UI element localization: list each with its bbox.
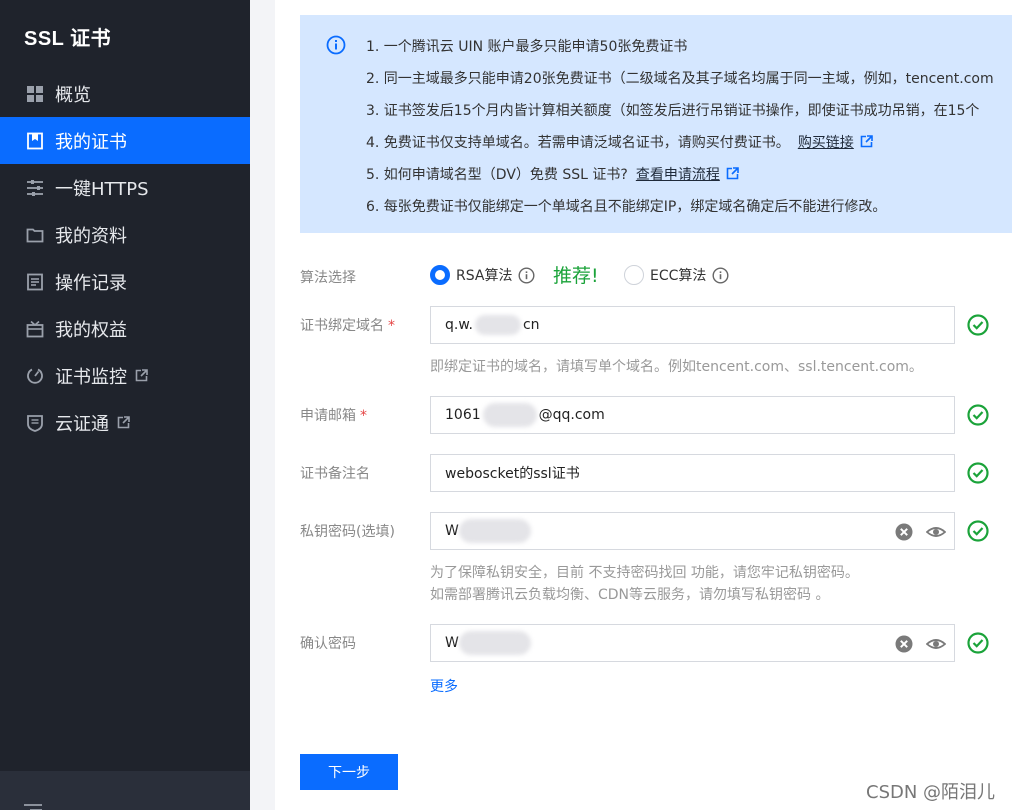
external-link-icon[interactable] [860, 135, 873, 148]
clear-icon[interactable] [894, 634, 914, 654]
content-gutter [250, 0, 275, 810]
redaction [482, 403, 537, 427]
redaction [458, 519, 531, 543]
key-hint-2: 如需部署腾讯云负载均衡、CDN等云服务，请勿填写私钥密码 。 [430, 587, 830, 603]
check-circle-icon [967, 462, 989, 484]
check-circle-icon [967, 314, 989, 336]
radio-selected[interactable] [430, 265, 450, 285]
sidebar-item-label: 证书监控 [55, 366, 127, 388]
sidebar: SSL 证书 概览 我的证书 一键HTTPS 我的资料 操作记录 我的权益 证书… [0, 0, 250, 810]
sidebar-item-label: 一键HTTPS [55, 178, 149, 200]
notice-box: 1. 一个腾讯云 UIN 账户最多只能申请50张免费证书 2. 同一主域最多只能… [300, 15, 1012, 233]
sidebar-item-one-click-https[interactable]: 一键HTTPS [0, 164, 250, 211]
email-value-end: @qq.com [538, 407, 605, 423]
apply-flow-link[interactable]: 查看申请流程 [636, 167, 720, 183]
eye-icon[interactable] [926, 634, 946, 654]
check-circle-icon [967, 520, 989, 542]
redaction [474, 315, 521, 335]
sidebar-footer [0, 771, 250, 810]
monitor-icon [25, 366, 45, 386]
email-label: 申请邮箱 * [300, 405, 367, 425]
shield-icon [25, 413, 45, 433]
notice-line-5: 5. 如何申请域名型（DV）免费 SSL 证书? 查看申请流程 [366, 164, 739, 184]
notice-line-4-text: 4. 免费证书仅支持单域名。若需申请泛域名证书，请购买付费证书。 [366, 135, 790, 151]
notice-line-5-text: 5. 如何申请域名型（DV）免费 SSL 证书? [366, 167, 628, 183]
sidebar-item-certificate-monitoring[interactable]: 证书监控 [0, 352, 250, 399]
confirm-password-value: W [445, 635, 459, 651]
buy-link[interactable]: 购买链接 [798, 135, 854, 151]
email-input[interactable]: 1061 @qq.com [430, 396, 955, 434]
radio-unselected[interactable] [624, 265, 644, 285]
confirm-password-input[interactable]: W [430, 624, 955, 662]
clear-icon[interactable] [894, 522, 914, 542]
certificate-icon [25, 131, 45, 151]
key-password-value: W [445, 523, 459, 539]
algorithm-label: 算法选择 [300, 270, 356, 286]
email-value-start: 1061 [445, 407, 481, 423]
sidebar-item-overview[interactable]: 概览 [0, 70, 250, 117]
key-hint-1: 为了保障私钥安全，目前 不支持密码找回 功能，请您牢记私钥密码。 [430, 565, 859, 581]
external-link-icon [117, 415, 131, 430]
sidebar-item-my-profile[interactable]: 我的资料 [0, 211, 250, 258]
notice-line-4: 4. 免费证书仅支持单域名。若需申请泛域名证书，请购买付费证书。 购买链接 [366, 132, 873, 152]
domain-value-start: q.w. [445, 317, 473, 333]
check-circle-icon [967, 632, 989, 654]
collapse-icon[interactable] [24, 799, 42, 810]
email-label-text: 申请邮箱 [300, 408, 356, 424]
sidebar-item-label: 云证通 [55, 413, 109, 435]
notice-line-2: 2. 同一主域最多只能申请20张免费证书（二级域名及其子域名均属于同一主域，例如… [366, 71, 994, 87]
list-icon [25, 272, 45, 292]
next-step-button[interactable]: 下一步 [300, 754, 398, 790]
rsa-radio[interactable]: RSA算法 [430, 265, 535, 285]
gift-icon [25, 319, 45, 339]
domain-hint: 即绑定证书的域名，请填写单个域名。例如tencent.com、ssl.tence… [430, 359, 923, 375]
domain-label: 证书绑定域名 * [300, 315, 395, 335]
external-link-icon [135, 368, 149, 383]
required-mark: * [360, 408, 367, 424]
watermark: CSDN @陌泪儿 [866, 782, 996, 803]
remark-label: 证书备注名 [300, 466, 370, 482]
more-options-link[interactable]: 更多 [430, 676, 458, 696]
check-circle-icon [967, 404, 989, 426]
sidebar-item-cloud-cert[interactable]: 云证通 [0, 399, 250, 446]
sidebar-item-my-certificates[interactable]: 我的证书 [0, 117, 250, 164]
help-icon[interactable] [518, 266, 535, 284]
ecc-radio[interactable]: ECC算法 [624, 265, 729, 285]
eye-icon[interactable] [926, 522, 946, 542]
sidebar-item-label: 我的权益 [55, 319, 127, 341]
domain-label-text: 证书绑定域名 [300, 318, 384, 334]
rsa-label: RSA算法 [456, 268, 513, 284]
key-password-input[interactable]: W [430, 512, 955, 550]
external-link-icon[interactable] [726, 167, 739, 180]
input-actions [894, 522, 946, 542]
sidebar-item-label: 我的证书 [55, 131, 127, 153]
input-actions [894, 634, 946, 654]
info-icon [326, 35, 346, 55]
sidebar-item-label: 我的资料 [55, 225, 127, 247]
sidebar-item-label: 概览 [55, 84, 91, 106]
sidebar-item-label: 操作记录 [55, 272, 127, 294]
remark-value: weboscket的ssl证书 [445, 466, 580, 482]
key-password-label: 私钥密码(选填) [300, 524, 395, 540]
required-mark: * [388, 318, 395, 334]
help-icon[interactable] [712, 266, 729, 284]
notice-line-1: 1. 一个腾讯云 UIN 账户最多只能申请50张免费证书 [366, 39, 688, 55]
sidebar-nav: 概览 我的证书 一键HTTPS 我的资料 操作记录 我的权益 证书监控 云证通 [0, 70, 250, 446]
domain-input[interactable]: q.w. cn [430, 306, 955, 344]
confirm-password-label: 确认密码 [300, 636, 356, 652]
redaction [458, 631, 531, 655]
recommend-tag: 推荐! [553, 265, 599, 287]
folder-icon [25, 225, 45, 245]
notice-line-3: 3. 证书签发后15个月内皆计算相关额度（如签发后进行吊销证书操作，即使证书成功… [366, 103, 980, 119]
domain-value-end: cn [522, 317, 540, 333]
product-title: SSL 证书 [24, 28, 112, 50]
notice-line-6: 6. 每张免费证书仅能绑定一个单域名且不能绑定IP，绑定域名确定后不能进行修改。 [366, 199, 887, 215]
sidebar-item-operation-log[interactable]: 操作记录 [0, 258, 250, 305]
remark-input[interactable]: weboscket的ssl证书 [430, 454, 955, 492]
grid-icon [25, 84, 45, 104]
ecc-label: ECC算法 [650, 268, 707, 284]
main-panel: 1. 一个腾讯云 UIN 账户最多只能申请50张免费证书 2. 同一主域最多只能… [275, 0, 1012, 810]
sliders-icon [25, 178, 45, 198]
sidebar-item-my-benefits[interactable]: 我的权益 [0, 305, 250, 352]
